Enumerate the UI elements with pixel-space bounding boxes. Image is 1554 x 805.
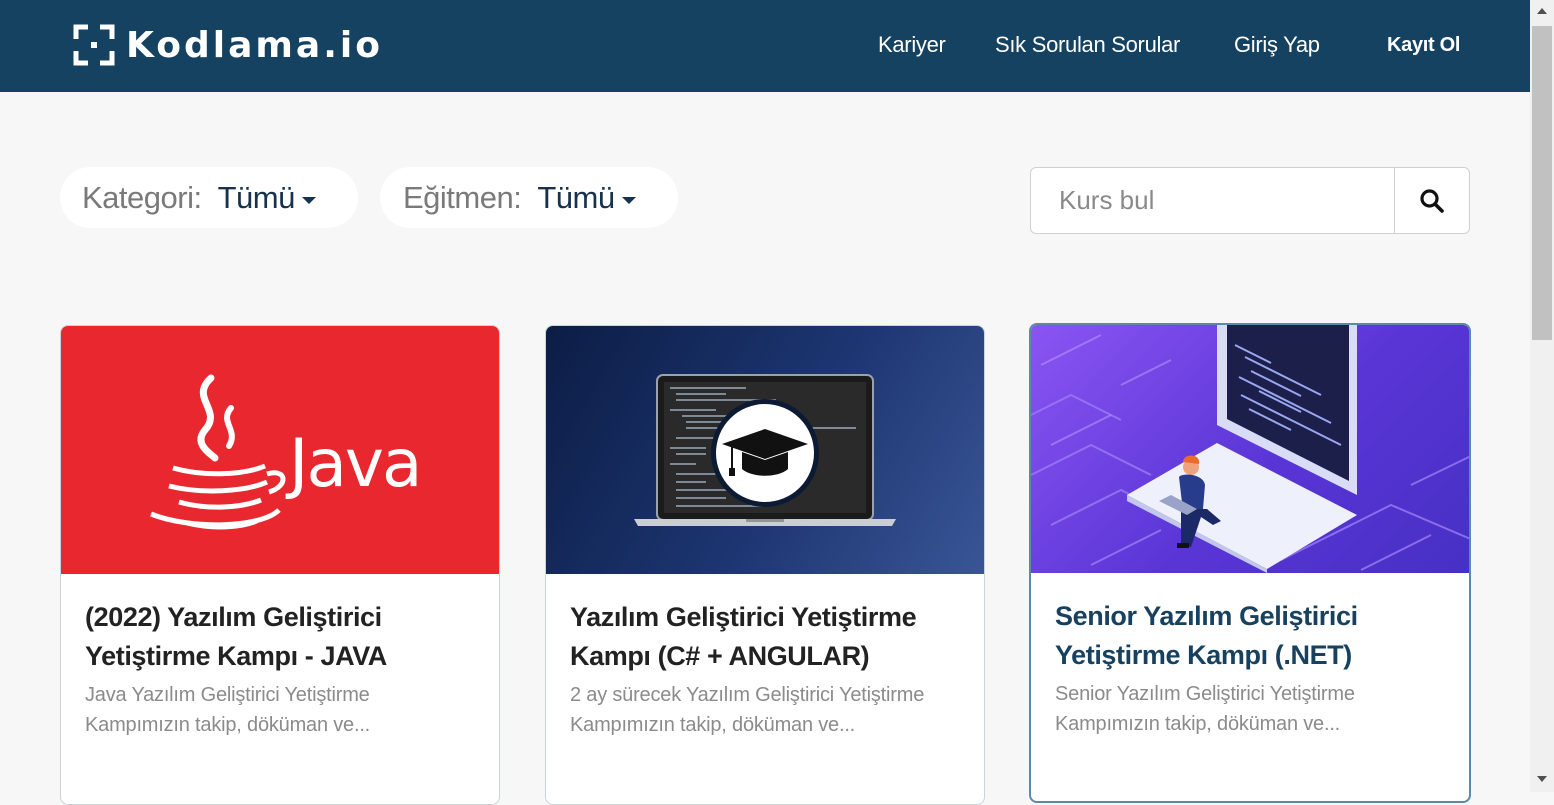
nav-register-link[interactable]: Kayıt Ol xyxy=(1387,34,1460,57)
nav-faq-link[interactable]: Sık Sorulan Sorular xyxy=(995,32,1180,58)
svg-text:Java: Java xyxy=(285,425,420,502)
site-logo[interactable]: Kodlama.io xyxy=(72,22,383,68)
top-navbar: Kodlama.io Kariyer Sık Sorulan Sorular G… xyxy=(0,0,1530,92)
chevron-down-icon xyxy=(621,197,636,204)
course-title[interactable]: Yazılım Geliştirici Yetiştirme Kampı (C#… xyxy=(570,598,960,676)
category-filter-value: Tümü xyxy=(217,179,296,215)
scrollbar-thumb[interactable] xyxy=(1532,26,1552,340)
nav-login-link[interactable]: Giriş Yap xyxy=(1234,32,1320,58)
category-filter-label: Kategori: xyxy=(82,179,202,215)
search-icon xyxy=(1420,188,1444,213)
isometric-laptop-developer-icon xyxy=(1031,325,1469,573)
logo-bracket-icon xyxy=(72,23,116,67)
course-image-java: Java xyxy=(61,326,499,574)
search-input[interactable] xyxy=(1031,168,1395,233)
scroll-down-arrow-icon[interactable] xyxy=(1537,776,1547,782)
course-title[interactable]: Senior Yazılım Geliştirici Yetiştirme Ka… xyxy=(1055,597,1445,675)
nav-kariyer-link[interactable]: Kariyer xyxy=(878,32,946,58)
course-description: 2 ay sürecek Yazılım Geliştirici Yetişti… xyxy=(570,684,925,736)
course-card-csharp-angular[interactable]: Yazılım Geliştirici Yetiştirme Kampı (C#… xyxy=(545,325,985,805)
instructor-filter-dropdown[interactable]: Eğitmen: Tümü xyxy=(380,167,678,228)
instructor-filter-label: Eğitmen: xyxy=(403,179,522,215)
category-filter-dropdown[interactable]: Kategori: Tümü xyxy=(60,167,358,228)
scroll-up-arrow-icon[interactable] xyxy=(1537,8,1547,14)
page-scrollbar[interactable] xyxy=(1530,0,1554,792)
course-title[interactable]: (2022) Yazılım Geliştirici Yetiştirme Ka… xyxy=(85,598,475,676)
logo-text: Kodlama.io xyxy=(126,24,383,66)
course-card-dotnet[interactable]: Senior Yazılım Geliştirici Yetiştirme Ka… xyxy=(1029,323,1471,803)
course-description: Senior Yazılım Geliştirici Yetiştirme Ka… xyxy=(1055,683,1355,735)
search-field-wrapper xyxy=(1030,167,1396,234)
chevron-down-icon xyxy=(301,197,316,204)
course-image-isometric xyxy=(1031,325,1469,573)
instructor-filter-value: Tümü xyxy=(537,179,615,215)
course-description: Java Yazılım Geliştirici Yetiştirme Kamp… xyxy=(85,684,371,736)
course-search xyxy=(1030,167,1470,234)
search-button[interactable] xyxy=(1394,167,1470,234)
java-logo-icon: Java xyxy=(150,374,422,530)
laptop-graduation-cap-icon xyxy=(634,374,896,526)
course-image-laptop xyxy=(546,326,984,574)
course-card-java[interactable]: Java (2022) Yazılım Geliştirici Yetiştir… xyxy=(60,325,500,805)
